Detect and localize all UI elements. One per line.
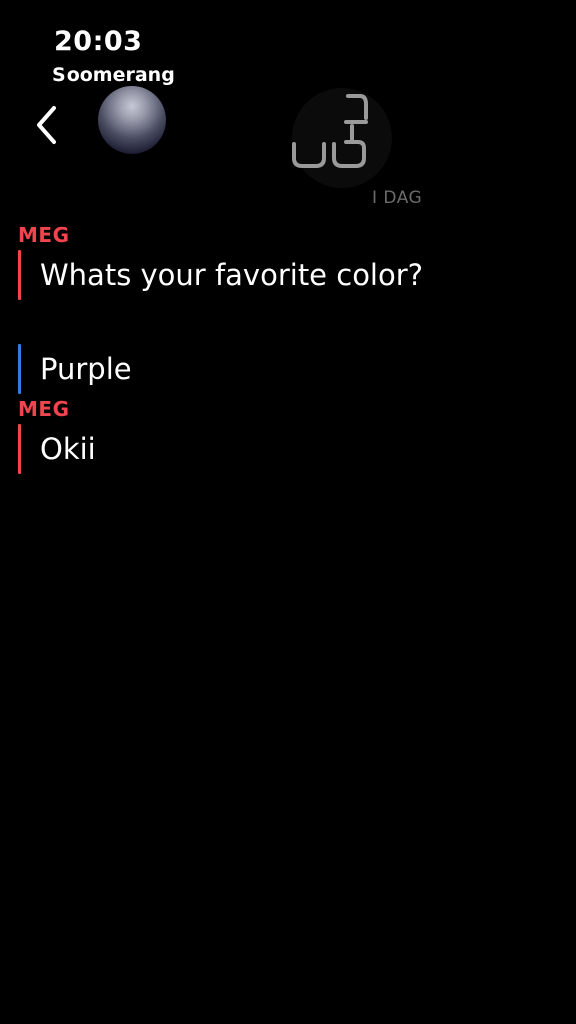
message-item[interactable]: Okii bbox=[18, 422, 558, 476]
watermark-text: oomerang bbox=[66, 64, 175, 86]
message-thread: MEG Whats your favorite color? Purple ME… bbox=[18, 222, 558, 476]
back-button[interactable] bbox=[26, 100, 70, 150]
message-accent-bar bbox=[18, 250, 21, 300]
message-item[interactable]: Purple bbox=[18, 342, 558, 396]
message-item[interactable]: Whats your favorite color? bbox=[18, 248, 558, 302]
message-accent-bar bbox=[18, 424, 21, 474]
snap-streak-icon bbox=[292, 88, 392, 188]
chevron-left-icon bbox=[37, 106, 56, 144]
boomerang-watermark: Soomerang bbox=[52, 64, 175, 86]
avatar[interactable] bbox=[98, 86, 166, 154]
message-accent-bar bbox=[18, 344, 21, 394]
message-text: Okii bbox=[40, 432, 96, 466]
boomerang-loop-icon: S bbox=[52, 64, 66, 86]
message-text: Whats your favorite color? bbox=[40, 258, 424, 292]
sender-label: MEG bbox=[18, 397, 70, 421]
streak-label: I DAG bbox=[372, 188, 423, 208]
status-time: 20:03 bbox=[54, 26, 143, 57]
sender-label: MEG bbox=[18, 223, 70, 247]
message-text: Purple bbox=[40, 352, 132, 386]
